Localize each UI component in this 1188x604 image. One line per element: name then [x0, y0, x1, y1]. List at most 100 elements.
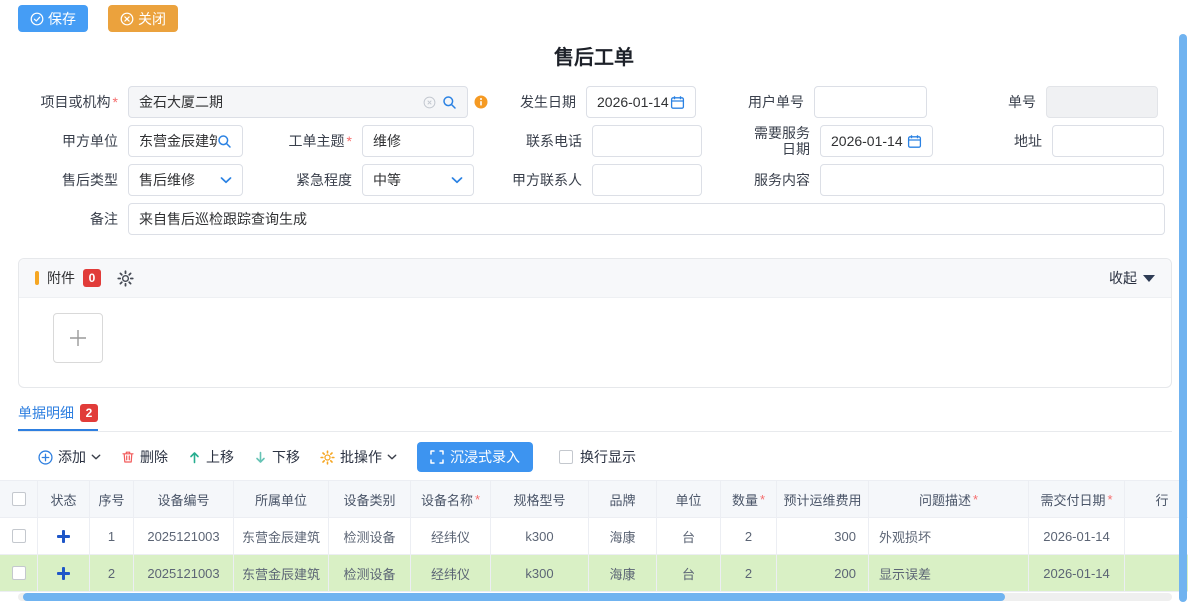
work-order-form: 项目或机构* 金石大厦二期 发生日期 2026-01-14: [0, 86, 1188, 235]
row-checkbox[interactable]: [12, 566, 26, 580]
circle-plus-icon: [38, 450, 53, 465]
attachment-label: 附件: [47, 268, 75, 288]
cell-select: [0, 518, 38, 555]
subject-value: 维修: [373, 131, 463, 151]
urgency-select[interactable]: 中等: [362, 164, 474, 196]
service-date-input[interactable]: 2026-01-14 0: [820, 125, 933, 157]
search-icon[interactable]: [442, 95, 457, 110]
move-down-button[interactable]: 下移: [254, 447, 300, 467]
form-row-2: 甲方单位 东营金辰建筑 工单主题* 维修 联系电话 需要服务日期 2026-01…: [0, 125, 1188, 157]
after-sales-type-select[interactable]: 售后维修: [128, 164, 243, 196]
gear-icon[interactable]: [117, 270, 134, 287]
tab-detail-list[interactable]: 单据明细 2: [18, 403, 98, 431]
cell-spec_model[interactable]: k300: [491, 555, 589, 592]
cell-problem[interactable]: 显示误差: [869, 555, 1029, 592]
cell-unit[interactable]: 台: [657, 518, 721, 555]
address-input[interactable]: [1052, 125, 1164, 157]
cell-device_no[interactable]: 2025121003: [134, 518, 234, 555]
service-date-value: 2026-01-14 0: [831, 133, 907, 149]
column-header-device_name: 设备名称*: [411, 480, 491, 518]
cell-device_name[interactable]: 经纬仪: [411, 518, 491, 555]
address-label: 地址: [933, 133, 1052, 149]
arrow-down-icon: [254, 451, 267, 464]
remark-input[interactable]: 来自售后巡检跟踪查询生成: [128, 203, 1165, 235]
occur-date-input[interactable]: 2026-01-14: [586, 86, 696, 118]
column-header-est_cost: 预计运维费用: [777, 480, 869, 518]
contact-phone-label: 联系电话: [474, 133, 592, 149]
info-icon[interactable]: [474, 95, 488, 109]
delete-label: 删除: [140, 447, 168, 467]
chevron-down-icon: [91, 454, 101, 461]
subject-input[interactable]: 维修: [362, 125, 474, 157]
urgency-value: 中等: [373, 170, 451, 190]
service-content-input[interactable]: [820, 164, 1164, 196]
cell-quantity[interactable]: 2: [721, 518, 777, 555]
cell-est_cost[interactable]: 300: [777, 518, 869, 555]
contact-phone-input[interactable]: [592, 125, 702, 157]
column-header-spec_model: 规格型号: [491, 480, 589, 518]
close-button[interactable]: 关闭: [108, 5, 178, 32]
wrap-display-checkbox[interactable]: [559, 450, 573, 464]
search-icon[interactable]: [217, 134, 232, 149]
wrap-display-toggle[interactable]: 换行显示: [559, 447, 636, 467]
cell-est_cost[interactable]: 200: [777, 555, 869, 592]
cell-status: [38, 518, 90, 555]
add-row-icon[interactable]: [57, 567, 70, 580]
cell-delivery_date[interactable]: 2026-01-14: [1029, 518, 1125, 555]
add-row-button[interactable]: 添加: [38, 447, 101, 467]
collapse-label: 收起: [1109, 268, 1137, 288]
cell-unit_company[interactable]: 东营金辰建筑: [234, 518, 329, 555]
cell-seq[interactable]: 2: [90, 555, 134, 592]
cell-device_category[interactable]: 检测设备: [329, 555, 411, 592]
top-action-bar: 保存 关闭: [0, 0, 1188, 32]
delete-row-button[interactable]: 删除: [121, 447, 168, 467]
cell-problem[interactable]: 外观损坏: [869, 518, 1029, 555]
project-label: 项目或机构*: [0, 94, 128, 110]
table-row: 12025121003东营金辰建筑检测设备经纬仪k300海康台2300外观损坏2…: [0, 518, 1188, 555]
required-mark: *: [347, 133, 352, 149]
batch-operation-button[interactable]: 批操作: [320, 447, 397, 467]
select-all-checkbox[interactable]: [12, 492, 26, 506]
cell-brand[interactable]: 海康: [589, 518, 657, 555]
move-up-label: 上移: [206, 447, 234, 467]
cell-seq[interactable]: 1: [90, 518, 134, 555]
cell-delivery_date[interactable]: 2026-01-14: [1029, 555, 1125, 592]
immersive-entry-button[interactable]: 沉浸式录入: [417, 442, 533, 472]
party-a-unit-input[interactable]: 东营金辰建筑: [128, 125, 243, 157]
user-order-input[interactable]: [814, 86, 927, 118]
calendar-icon[interactable]: [907, 134, 922, 149]
add-label: 添加: [58, 447, 86, 467]
save-button-label: 保存: [48, 9, 76, 29]
order-no-input: [1046, 86, 1158, 118]
after-sales-type-label: 售后类型: [0, 172, 128, 188]
cell-quantity[interactable]: 2: [721, 555, 777, 592]
cell-device_category[interactable]: 检测设备: [329, 518, 411, 555]
move-up-button[interactable]: 上移: [188, 447, 234, 467]
cell-unit[interactable]: 台: [657, 555, 721, 592]
horizontal-scrollbar-thumb[interactable]: [23, 593, 1005, 601]
cell-brand[interactable]: 海康: [589, 555, 657, 592]
cell-spec_model[interactable]: k300: [491, 518, 589, 555]
collapse-toggle[interactable]: 收起: [1109, 268, 1155, 288]
cell-device_name[interactable]: 经纬仪: [411, 555, 491, 592]
section-accent-bar: [35, 271, 39, 285]
required-mark: *: [113, 94, 118, 110]
service-content-label: 服务内容: [702, 172, 820, 188]
cell-device_no[interactable]: 2025121003: [134, 555, 234, 592]
add-row-icon[interactable]: [57, 530, 70, 543]
column-header-unit_company: 所属单位: [234, 480, 329, 518]
occur-date-label: 发生日期: [488, 94, 586, 110]
check-circle-icon: [30, 12, 44, 26]
save-button[interactable]: 保存: [18, 5, 88, 32]
vertical-scrollbar-thumb[interactable]: [1179, 34, 1187, 602]
add-attachment-button[interactable]: [53, 313, 103, 363]
move-down-label: 下移: [272, 447, 300, 467]
cell-unit_company[interactable]: 东营金辰建筑: [234, 555, 329, 592]
project-input[interactable]: 金石大厦二期: [128, 86, 468, 118]
party-a-contact-input[interactable]: [592, 164, 702, 196]
calendar-icon[interactable]: [670, 95, 685, 110]
row-checkbox[interactable]: [12, 529, 26, 543]
clear-icon[interactable]: [423, 96, 436, 109]
column-header-problem: 问题描述*: [869, 480, 1029, 518]
order-no-label: 单号: [927, 94, 1046, 110]
